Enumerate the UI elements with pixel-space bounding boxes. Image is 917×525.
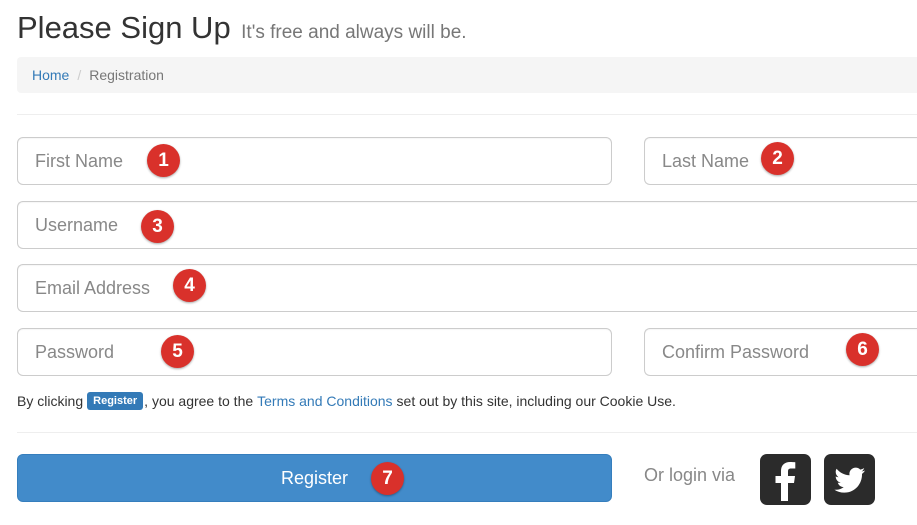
terms-notice: By clicking Register , you agree to the …: [17, 392, 676, 410]
page-header: Please Sign Up It's free and always will…: [17, 10, 467, 46]
email-placeholder: Email Address: [35, 277, 151, 298]
terms-link[interactable]: Terms and Conditions: [257, 393, 392, 409]
or-login-via-text: Or login via: [644, 465, 736, 485]
breadcrumb-current: Registration: [89, 67, 164, 83]
facebook-icon: [775, 462, 796, 501]
username-placeholder: Username: [35, 214, 119, 235]
last-name-placeholder: Last Name: [662, 150, 750, 171]
signup-page: Please Sign Up It's free and always will…: [0, 0, 917, 525]
breadcrumb-separator: /: [77, 67, 82, 83]
twitter-icon: [834, 467, 865, 493]
page-subtitle: It's free and always will be.: [241, 22, 467, 43]
first-name-placeholder: First Name: [35, 150, 124, 171]
marker-5: 5: [161, 335, 194, 368]
terms-suffix: set out by this site, including our Cook…: [396, 393, 676, 409]
confirm-password-placeholder: Confirm Password: [662, 341, 810, 362]
marker-3: 3: [141, 210, 174, 243]
terms-middle: , you agree to the: [144, 393, 254, 409]
facebook-login-button[interactable]: [760, 454, 811, 505]
divider: [17, 114, 917, 115]
password-placeholder: Password: [35, 341, 115, 362]
divider: [17, 432, 917, 433]
register-button[interactable]: Register: [17, 454, 612, 502]
breadcrumb-home-link[interactable]: Home: [32, 67, 69, 83]
terms-prefix: By clicking: [17, 393, 84, 409]
twitter-login-button[interactable]: [824, 454, 875, 505]
register-badge: Register: [87, 392, 144, 410]
first-name-field[interactable]: First Name: [17, 137, 612, 185]
marker-6: 6: [846, 333, 879, 366]
page-title: Please Sign Up: [17, 10, 231, 45]
marker-4: 4: [173, 269, 206, 302]
password-field[interactable]: Password: [17, 328, 612, 376]
marker-2: 2: [761, 142, 794, 175]
breadcrumb: Home / Registration: [17, 57, 917, 93]
marker-7: 7: [371, 462, 404, 495]
register-button-label: Register: [280, 467, 349, 488]
email-field[interactable]: Email Address: [17, 264, 917, 312]
marker-1: 1: [147, 144, 180, 177]
